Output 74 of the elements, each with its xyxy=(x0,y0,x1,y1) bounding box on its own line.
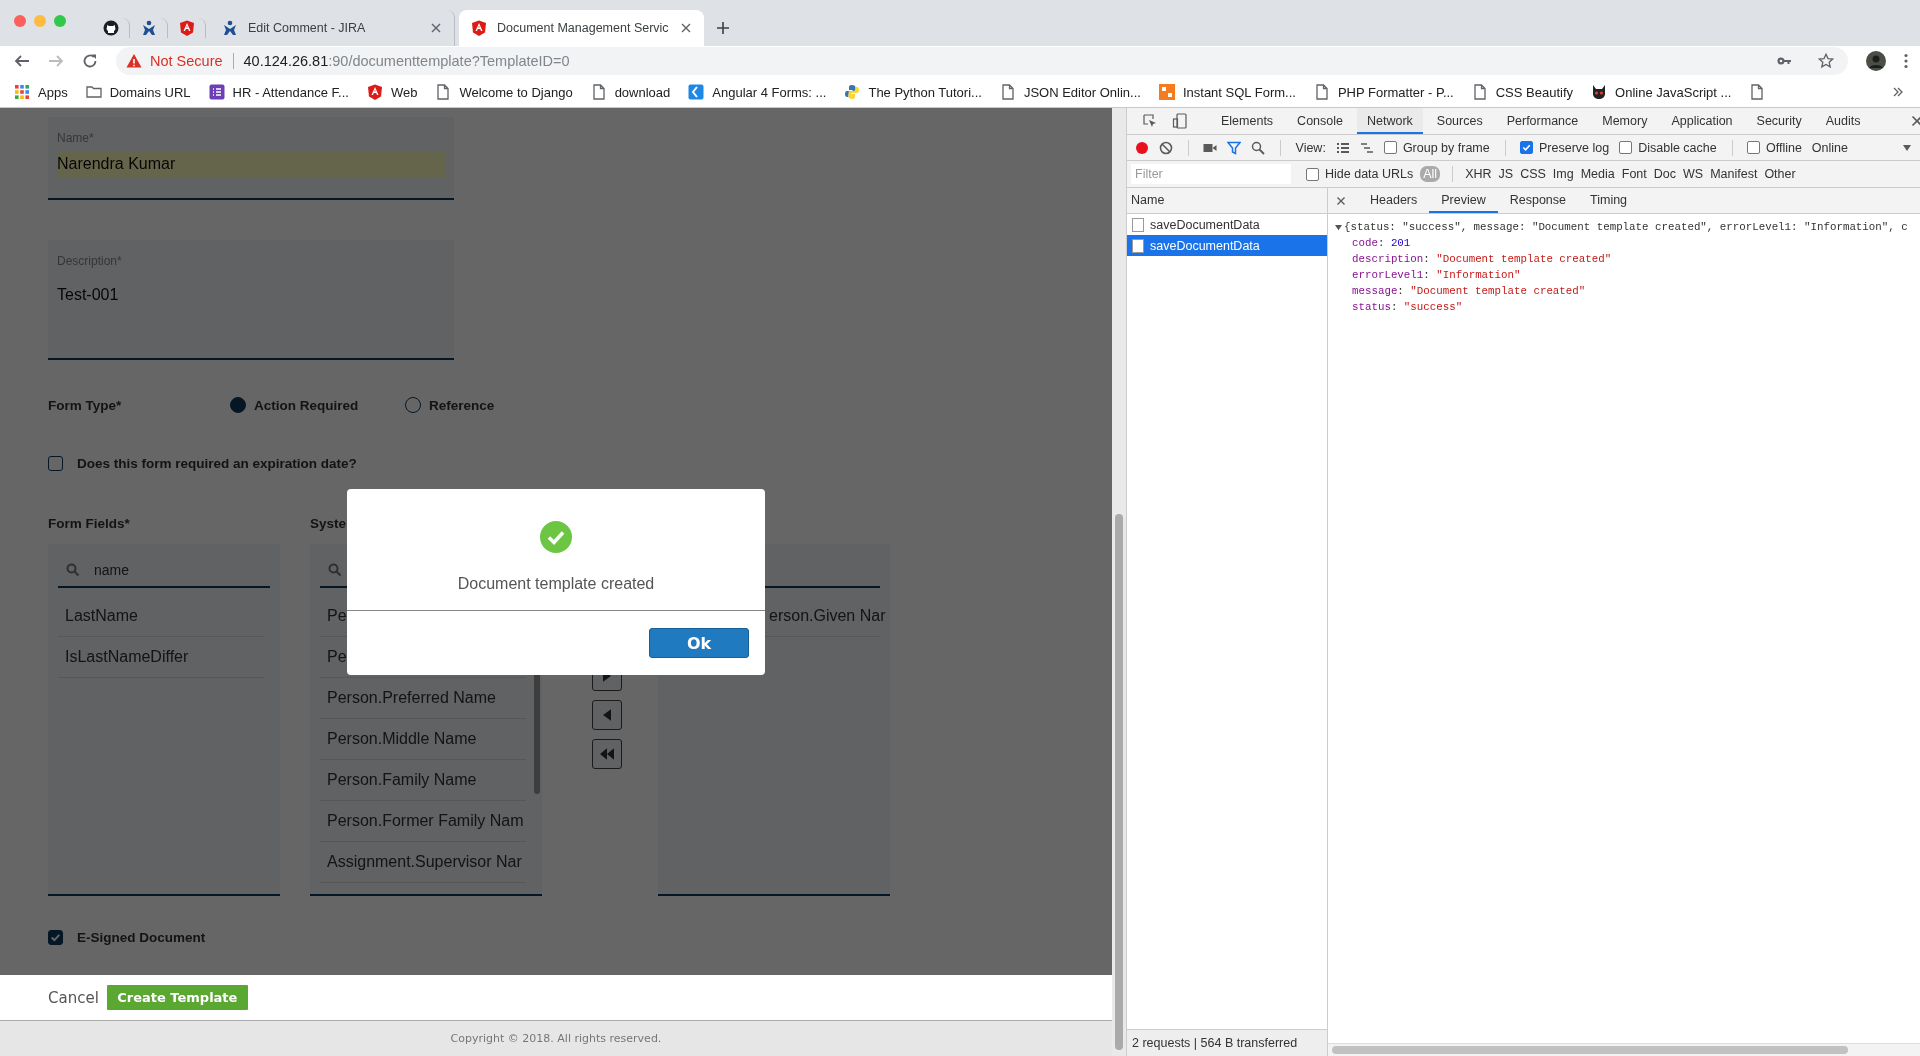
preview-property: code: 201 xyxy=(1351,236,1412,251)
radio-label: Reference xyxy=(429,397,495,413)
request-row[interactable]: saveDocumentData xyxy=(1127,214,1327,235)
type-filter[interactable]: WS xyxy=(1683,167,1704,181)
modal-message: Document template created xyxy=(457,575,655,593)
preview-property: description: "Document template created" xyxy=(1351,252,1613,267)
type-filter[interactable]: CSS xyxy=(1520,167,1546,181)
detail-tab[interactable]: Timing xyxy=(1578,188,1640,213)
cancel-button[interactable]: Cancel xyxy=(48,988,99,1007)
request-row[interactable]: saveDocumentData xyxy=(1127,235,1327,256)
list-heading: Form Fields* xyxy=(48,516,130,531)
bookmark[interactable]: PHP Formatter - P... xyxy=(1313,84,1454,101)
detail-tab[interactable]: Headers xyxy=(1358,188,1430,213)
url-text: 40.124.26.81:90/documenttemplate?TemplateID=0 xyxy=(243,53,570,70)
type-filter[interactable]: Other xyxy=(1764,167,1796,181)
address-bar[interactable]: Not Secure 40.124.26.81:90/documenttemplate?TemplateID=0 xyxy=(116,47,1848,76)
radio-label: Action Required xyxy=(254,397,359,413)
security-warning: Not Secure xyxy=(150,53,223,70)
bookmark[interactable]: HR - Attendance F... xyxy=(208,84,349,101)
checkbox-label: Group by frame xyxy=(1402,140,1490,155)
bookmark[interactable]: download xyxy=(590,84,671,101)
bookmark[interactable]: CSS Beautify xyxy=(1471,84,1574,101)
bookmark[interactable]: Welcome to Django xyxy=(435,84,573,101)
type-filter[interactable]: Img xyxy=(1552,167,1574,181)
devtools-tab[interactable]: Sources xyxy=(1426,108,1493,134)
browser-tab[interactable]: Edit Comment - JIRA xyxy=(210,9,455,46)
type-filter[interactable]: Doc xyxy=(1653,167,1676,181)
checkbox-label: Preserve log xyxy=(1539,140,1610,155)
devtools-tab[interactable]: Security xyxy=(1746,108,1812,134)
checkbox-label: Disable cache xyxy=(1638,140,1717,155)
bookmark[interactable]: Apps xyxy=(14,84,68,101)
devtools-tab[interactable]: Network xyxy=(1357,108,1423,134)
form-type-label: Form Type* xyxy=(48,397,123,413)
bookmark[interactable]: Domains URL xyxy=(85,84,191,101)
devtools-tab[interactable]: Performance xyxy=(1496,108,1589,134)
detail-tab[interactable]: Preview xyxy=(1429,188,1498,213)
preview-property: status: "success" xyxy=(1351,300,1464,315)
bookmark[interactable]: Angular 4 Forms: ... xyxy=(688,84,827,101)
type-filter[interactable]: Font xyxy=(1621,167,1647,181)
preview-summary: {status: "success", message: "Document template created", errorLevel1: "Information", c xyxy=(1344,221,1908,233)
devtools-tab[interactable]: Elements xyxy=(1211,108,1284,134)
preview-property: errorLevel1: "Information" xyxy=(1351,268,1522,283)
bookmark[interactable]: JSON Editor Onlin... xyxy=(999,84,1141,101)
bookmark[interactable]: Instant SQL Form... xyxy=(1158,84,1296,101)
tab-title: Document Management Servic xyxy=(497,20,670,35)
checkbox-label: Hide data URLs xyxy=(1325,167,1414,181)
list-heading: Syste xyxy=(310,516,347,531)
bookmark[interactable]: Web xyxy=(366,84,418,101)
tab-title: Edit Comment - JIRA xyxy=(248,20,367,35)
type-filter[interactable]: XHR xyxy=(1465,167,1492,181)
devtools-tab[interactable]: Console xyxy=(1287,108,1353,134)
type-filter[interactable]: JS xyxy=(1498,167,1514,181)
type-filter[interactable]: Manifest xyxy=(1710,167,1758,181)
browser-tab[interactable]: Document Management Servic xyxy=(459,9,704,46)
devtools-tab[interactable]: Memory xyxy=(1592,108,1658,134)
status-text: 2 requests | 564 B transferred xyxy=(1132,1036,1298,1050)
search-text: name xyxy=(94,562,130,578)
devtools-tab[interactable]: Audits xyxy=(1815,108,1871,134)
ok-button[interactable]: Ok xyxy=(649,628,749,658)
preview-property: message: "Document template created" xyxy=(1351,284,1587,299)
field-value: Test-001 xyxy=(57,285,120,305)
checkbox-label: Does this form required an expiration date? xyxy=(77,456,357,471)
type-filter[interactable]: Media xyxy=(1580,167,1615,181)
checkbox-label: E-Signed Document xyxy=(77,930,206,945)
view-label: View: xyxy=(1295,140,1326,155)
throttling-dropdown[interactable]: Online xyxy=(1811,140,1912,155)
bookmark[interactable]: Online JavaScript ... xyxy=(1591,84,1732,101)
field-value: Narendra Kumar xyxy=(57,151,445,177)
column-header: Name xyxy=(1131,193,1165,207)
bookmark[interactable]: The Python Tutori... xyxy=(844,84,982,101)
devtools-tab[interactable]: Application xyxy=(1661,108,1743,134)
copyright-text: Copyright © 2018. All rights reserved. xyxy=(450,1032,662,1045)
checkbox-label: Offline xyxy=(1765,140,1802,155)
detail-tab[interactable]: Response xyxy=(1497,188,1578,213)
